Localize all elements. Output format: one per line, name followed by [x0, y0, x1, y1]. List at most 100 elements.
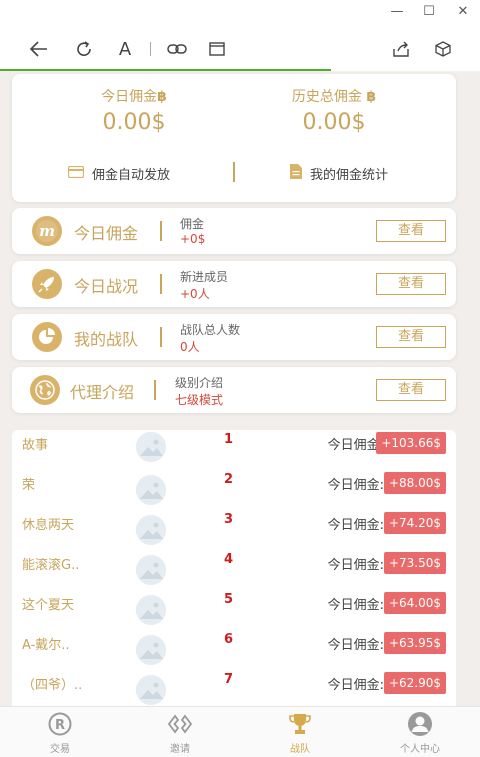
- bitcoin-icon: ฿: [157, 89, 167, 105]
- member-name: 休息两天: [22, 518, 75, 533]
- stat-title: 今日佣金: [74, 224, 139, 243]
- leaderboard-row: 故事 1 今日佣金: +103.66$: [12, 430, 456, 470]
- auto-payout-link[interactable]: 佣金自动发放: [67, 164, 171, 183]
- close-button[interactable]: ✕: [454, 4, 472, 20]
- link-diamond-icon: [167, 711, 193, 737]
- view-my-team-button[interactable]: 查看: [376, 326, 446, 348]
- bottom-navigation: R 交易 邀请 战队 个人中心: [0, 706, 480, 757]
- commission-amount-badge: +62.90$: [383, 672, 446, 694]
- browser-toolbar: A: [0, 26, 480, 70]
- leaderboard-row: 这个夏天 5 今日佣金: +64.00$: [12, 590, 456, 630]
- back-arrow-icon[interactable]: [28, 38, 50, 60]
- avatar: [136, 555, 166, 585]
- my-commission-stats-link[interactable]: 我的佣金统计: [290, 164, 388, 183]
- maximize-button[interactable]: ☐: [420, 4, 438, 20]
- rank-number: 1: [224, 432, 234, 447]
- stat-value: 0人: [180, 340, 200, 354]
- stat-row-agent-intro: 代理介绍 级别介绍 七级模式 查看: [12, 367, 456, 413]
- leaderboard-row: （四爷）.. 7 今日佣金: +62.90$: [12, 670, 456, 710]
- auto-payout-label: 佣金自动发放: [92, 168, 171, 183]
- minimize-button[interactable]: —: [388, 4, 406, 20]
- avatar: [136, 515, 166, 545]
- stat-title: 今日战况: [74, 277, 139, 296]
- stat-key: 新进成员: [180, 270, 229, 284]
- nav-label: 战队: [290, 744, 310, 755]
- stat-divider: [160, 327, 162, 347]
- today-commission-label: 今日佣金:: [327, 638, 384, 653]
- rank-number: 3: [224, 512, 234, 527]
- today-commission-label: 今日佣金:: [327, 518, 384, 533]
- nav-profile[interactable]: 个人中心: [360, 711, 480, 755]
- my-commission-stats-label: 我的佣金统计: [310, 168, 389, 183]
- history-commission-value: 0.00$: [302, 110, 366, 135]
- rank-number: 2: [224, 472, 234, 487]
- history-commission-label: 历史总佣金: [291, 89, 362, 105]
- svg-text:R: R: [55, 718, 65, 733]
- today-commission-label: 今日佣金:: [327, 598, 384, 613]
- rank-number: 7: [224, 672, 234, 687]
- stat-divider: [160, 221, 162, 241]
- rank-number: 6: [224, 632, 234, 647]
- stat-key: 战队总人数: [180, 323, 241, 337]
- rank-number: 5: [224, 592, 234, 607]
- load-progress-bar: [0, 69, 332, 71]
- stat-row-today-battle: 今日战况 新进成员 +0人 查看: [12, 261, 456, 307]
- link-icon[interactable]: [166, 38, 188, 60]
- cube-icon[interactable]: [432, 38, 454, 60]
- leaderboard-row: 能滚滚G.. 4 今日佣金: +73.50$: [12, 550, 456, 590]
- member-name: （四爷）..: [22, 678, 83, 693]
- today-commission-label: 今日佣金:: [327, 558, 384, 573]
- rank-number: 4: [224, 552, 234, 567]
- today-commission-value: 0.00$: [102, 110, 166, 135]
- stat-title: 代理介绍: [70, 383, 135, 402]
- reader-view-icon[interactable]: [206, 38, 228, 60]
- bitcoin-icon: ฿: [366, 89, 377, 105]
- nav-label: 交易: [50, 744, 70, 755]
- view-agent-intro-button[interactable]: 查看: [376, 379, 446, 401]
- commission-summary-card: 今日佣金฿ 0.00$ 历史总佣金 ฿ 0.00$ 佣金自动发放 我的佣金统计: [12, 74, 456, 202]
- view-today-battle-button[interactable]: 查看: [376, 273, 446, 295]
- stat-value: +0$: [180, 232, 206, 246]
- member-name: 能滚滚G..: [22, 558, 80, 573]
- summary-divider: [233, 162, 235, 182]
- text-size-icon[interactable]: A: [114, 38, 136, 60]
- view-today-commission-button[interactable]: 查看: [376, 220, 446, 242]
- nav-trade[interactable]: R 交易: [0, 711, 120, 755]
- registered-icon: R: [47, 711, 73, 737]
- leaderboard-row: 荣 2 今日佣金: +88.00$: [12, 470, 456, 510]
- stat-divider: [160, 274, 162, 294]
- member-name: 这个夏天: [22, 598, 75, 613]
- stat-row-today-commission: m 今日佣金 佣金 +0$ 查看: [12, 208, 456, 254]
- m-badge-icon: m: [32, 216, 62, 246]
- today-commission-label: 今日佣金: [101, 89, 158, 105]
- avatar: [136, 595, 166, 625]
- stat-row-my-team: 我的战队 战队总人数 0人 查看: [12, 314, 456, 360]
- nav-team[interactable]: 战队: [240, 711, 360, 755]
- stat-key: 佣金: [180, 217, 205, 231]
- avatar: [136, 432, 166, 462]
- trophy-icon: [287, 711, 313, 737]
- member-name: 荣: [22, 478, 36, 493]
- today-commission-label: 今日佣金:: [327, 478, 384, 493]
- refresh-icon[interactable]: [73, 38, 95, 60]
- avatar: [136, 675, 166, 705]
- stat-value: +0人: [180, 287, 210, 301]
- commission-amount-badge: +88.00$: [383, 472, 446, 494]
- today-commission-block: 今日佣金฿ 0.00$: [34, 86, 234, 135]
- share-icon[interactable]: [390, 38, 412, 60]
- stat-key: 级别介绍: [175, 376, 224, 390]
- commission-amount-badge: +63.95$: [383, 632, 446, 654]
- globe-icon: [30, 375, 60, 405]
- member-name: 故事: [22, 438, 49, 453]
- commission-amount-badge: +73.50$: [383, 552, 446, 574]
- leaderboard-row: A-戴尔.. 6 今日佣金: +63.95$: [12, 630, 456, 670]
- pie-chart-icon: [32, 322, 62, 352]
- history-commission-block: 历史总佣金 ฿ 0.00$: [234, 86, 434, 135]
- commission-amount-badge: +64.00$: [383, 592, 446, 614]
- leaderboard-row: 休息两天 3 今日佣金: +74.20$: [12, 510, 456, 550]
- nav-label: 邀请: [170, 744, 190, 755]
- avatar: [136, 635, 166, 665]
- commission-amount-badge: +103.66$: [376, 432, 446, 454]
- nav-label: 个人中心: [400, 744, 440, 755]
- nav-invite[interactable]: 邀请: [120, 711, 240, 755]
